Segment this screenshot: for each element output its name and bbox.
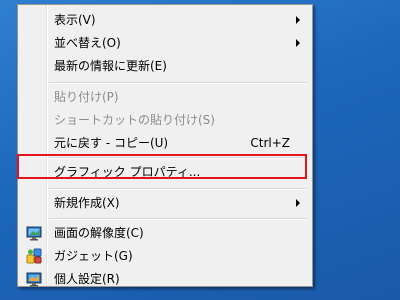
menu-item-label: 新規作成(X) <box>54 196 120 210</box>
menu-item-label: ガジェット(G) <box>54 249 133 263</box>
menu-item-label: ショートカットの貼り付け(S) <box>54 113 215 127</box>
menu-item-personalize[interactable]: 個人設定(R) <box>20 268 310 290</box>
gadget-icon <box>26 248 42 264</box>
submenu-arrow-icon <box>296 39 300 47</box>
menu-item-undo-copy[interactable]: 元に戻す - コピー(U) Ctrl+Z <box>20 132 310 154</box>
menu-item-label: 最新の情報に更新(E) <box>54 59 167 73</box>
menu-item-label: 貼り付け(P) <box>54 90 119 104</box>
menu-separator <box>49 218 307 220</box>
menu-item-label: 個人設定(R) <box>54 272 120 286</box>
menu-item-gadgets[interactable]: ガジェット(G) <box>20 245 310 267</box>
menu-item-view[interactable]: 表示(V) <box>20 9 310 31</box>
submenu-arrow-icon <box>296 199 300 207</box>
menu-item-label: 画面の解像度(C) <box>54 226 144 240</box>
menu-item-label: 表示(V) <box>54 13 96 27</box>
menu-item-label: 元に戻す - コピー(U) <box>54 136 169 150</box>
desktop-context-menu: 表示(V) 並べ替え(O) 最新の情報に更新(E) 貼り付け(P) ショートカッ… <box>17 4 313 287</box>
menu-item-label: 並べ替え(O) <box>54 36 121 50</box>
menu-separator <box>49 82 307 84</box>
menu-item-new[interactable]: 新規作成(X) <box>20 192 310 214</box>
highlight-box <box>17 154 307 179</box>
menu-item-shortcut: Ctrl+Z <box>250 136 290 150</box>
menu-separator <box>49 188 307 190</box>
personalize-icon <box>26 272 42 287</box>
monitor-icon <box>26 226 42 241</box>
menu-item-paste: 貼り付け(P) <box>20 86 310 108</box>
menu-item-paste-shortcut: ショートカットの貼り付け(S) <box>20 109 310 131</box>
menu-item-sort[interactable]: 並べ替え(O) <box>20 32 310 54</box>
submenu-arrow-icon <box>296 16 300 24</box>
menu-item-refresh[interactable]: 最新の情報に更新(E) <box>20 55 310 77</box>
menu-item-screen-resolution[interactable]: 画面の解像度(C) <box>20 222 310 244</box>
